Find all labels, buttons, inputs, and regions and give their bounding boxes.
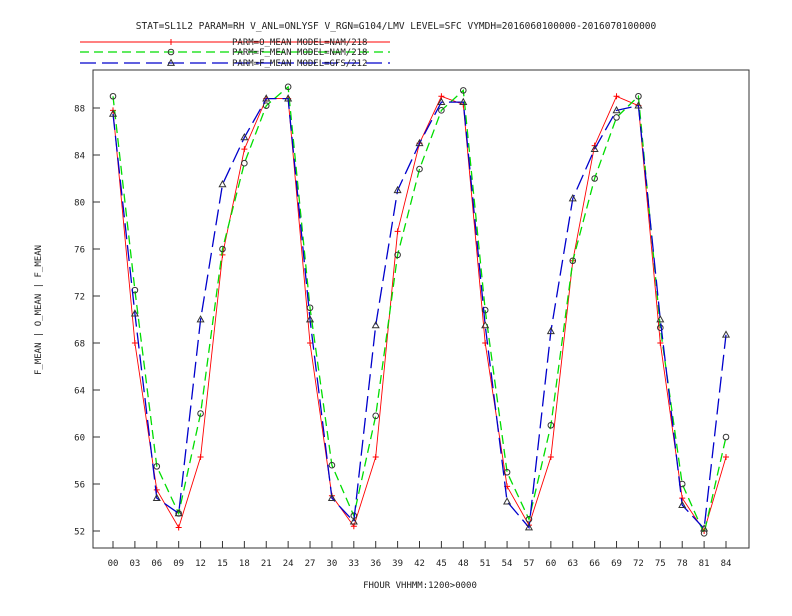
data-point <box>131 340 138 346</box>
data-point <box>372 453 379 460</box>
x-tick-label: 06 <box>151 559 162 569</box>
series-3 <box>108 94 731 532</box>
data-point <box>218 179 227 188</box>
x-tick-label: 81 <box>699 559 710 569</box>
x-tick-label: 78 <box>677 559 688 569</box>
x-tick-label: 75 <box>655 559 666 569</box>
x-tick-label: 84 <box>721 559 732 569</box>
y-axis: 52 56 60 64 68 72 76 80 84 88 <box>74 105 100 538</box>
data-point <box>613 114 620 121</box>
series-layer <box>108 83 731 537</box>
x-tick-label: 69 <box>611 559 622 569</box>
data-point <box>503 497 512 505</box>
legend-label: PARM=O_MEAN MODEL=NAM/218 <box>232 38 367 48</box>
x-tick-label: 24 <box>283 559 294 569</box>
data-point <box>241 146 248 153</box>
y-tick-label: 76 <box>74 246 85 256</box>
data-point <box>371 320 380 329</box>
legend-label: PARM=F_MEAN MODEL=NAM/218 <box>232 48 367 58</box>
data-point <box>153 486 160 493</box>
y-tick-label: 80 <box>74 199 85 209</box>
x-tick-label: 54 <box>502 559 513 569</box>
y-tick-label: 56 <box>74 481 85 491</box>
data-point <box>722 433 730 441</box>
series-line <box>112 95 727 533</box>
chart-root: STAT=SL1L2 PARAM=RH V_ANL=ONLYSF V_RGN=G… <box>0 0 792 612</box>
x-tick-label: 09 <box>173 559 184 569</box>
x-tick-label: 33 <box>348 559 359 569</box>
x-tick-label: 21 <box>261 559 272 569</box>
y-tick-label: 84 <box>74 152 85 162</box>
series-line <box>112 85 727 536</box>
y-tick-label: 72 <box>74 293 85 303</box>
x-tick-label: 51 <box>480 559 491 569</box>
series-1 <box>110 93 729 534</box>
y-tick-label: 88 <box>74 105 85 115</box>
x-tick-label: 57 <box>524 559 535 569</box>
data-point <box>547 453 554 460</box>
x-tick-label: 36 <box>370 559 381 569</box>
x-tick-label: 30 <box>327 559 338 569</box>
x-tick-label: 27 <box>305 559 316 569</box>
y-axis-label: F_MEAN | O_MEAN | F_MEAN <box>34 245 44 375</box>
x-tick-label: 66 <box>589 559 600 569</box>
series-line <box>112 97 727 531</box>
x-tick-label: 15 <box>217 559 228 569</box>
chart-title: STAT=SL1L2 PARAM=RH V_ANL=ONLYSF V_RGN=G… <box>136 21 657 32</box>
data-point <box>197 453 204 460</box>
chart-svg: STAT=SL1L2 PARAM=RH V_ANL=ONLYSF V_RGN=G… <box>34 21 750 591</box>
x-tick-label: 39 <box>392 559 403 569</box>
x-tick-label: 48 <box>458 559 469 569</box>
x-tick-label: 42 <box>414 559 425 569</box>
legend: PARM=O_MEAN MODEL=NAM/218PARM=F_MEAN MOD… <box>80 38 390 69</box>
data-point <box>723 453 729 460</box>
x-axis-label: FHOUR VHHMM:1200>0000 <box>363 581 477 591</box>
data-point <box>175 524 182 531</box>
data-point <box>613 93 620 100</box>
data-point <box>394 228 401 235</box>
series-2 <box>109 83 730 537</box>
data-point <box>241 159 248 167</box>
x-tick-label: 03 <box>129 559 140 569</box>
y-tick-label: 64 <box>74 387 85 397</box>
x-tick-label: 45 <box>436 559 447 569</box>
legend-label: PARM=F_MEAN MODEL=GFS/212 <box>232 59 367 69</box>
data-point <box>168 39 174 45</box>
x-tick-label: 18 <box>239 559 250 569</box>
y-tick-label: 60 <box>74 434 85 444</box>
y-tick-label: 68 <box>74 340 85 350</box>
x-axis: 00 03 06 09 12 15 18 21 24 27 30 33 36 39 42 45 48 51 54 57… <box>108 541 732 569</box>
y-tick-label: 52 <box>74 528 85 538</box>
x-tick-label: 72 <box>633 559 644 569</box>
x-tick-label: 12 <box>195 559 206 569</box>
x-tick-label: 00 <box>108 559 119 569</box>
x-tick-label: 60 <box>545 559 556 569</box>
x-tick-label: 63 <box>567 559 578 569</box>
